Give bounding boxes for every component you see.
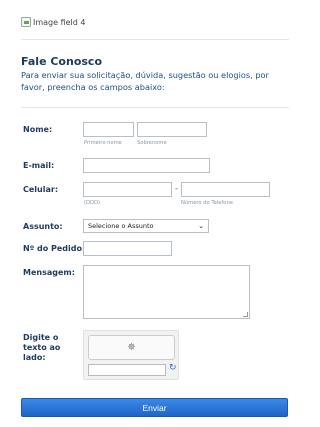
header-image-alt: Image field 4 (33, 17, 86, 27)
email-input[interactable] (83, 158, 210, 173)
assunto-label: Assunto: (23, 222, 63, 231)
page-title: Fale Conosco (21, 55, 102, 68)
captcha-input[interactable] (88, 364, 166, 376)
phone-number-input[interactable] (181, 182, 270, 197)
phone-separator: - (175, 184, 178, 193)
divider-top (21, 39, 289, 40)
divider-intro (21, 107, 289, 108)
loading-spinner-icon: ✵ (127, 342, 136, 353)
header-image: Image field 4 (21, 17, 86, 27)
last-name-hint: Sobrenome (137, 140, 167, 146)
refresh-icon[interactable]: ↻ (169, 363, 177, 373)
assunto-selected-value: Selecione o Assunto (88, 222, 154, 230)
order-number-input[interactable] (83, 241, 172, 256)
pedido-label: Nº do Pedido: (23, 244, 86, 253)
ddd-input[interactable] (83, 182, 172, 197)
submit-button[interactable]: Enviar (21, 398, 288, 417)
captcha-image: ✵ (88, 335, 175, 360)
phone-number-hint: Número do Telefone (181, 200, 233, 206)
last-name-input[interactable] (137, 122, 207, 137)
first-name-input[interactable] (83, 122, 134, 137)
nome-label: Nome: (23, 125, 53, 134)
resize-handle-icon[interactable] (243, 312, 248, 317)
first-name-hint: Primeiro nome (84, 140, 122, 146)
broken-image-icon (21, 17, 31, 27)
ddd-hint: (DDD) (84, 200, 101, 206)
assunto-select[interactable]: Selecione o Assunto ⌄ (83, 219, 209, 233)
intro-text: Para enviar sua solicitação, dúvida, sug… (21, 70, 269, 92)
message-textarea[interactable] (83, 265, 250, 319)
mensagem-label: Mensagem: (23, 268, 75, 277)
celular-label: Celular: (23, 185, 59, 194)
email-label: E-mail: (23, 161, 55, 170)
captcha-widget: ✵ ↻ (83, 330, 179, 380)
captcha-label: Digite o texto ao lado: (23, 333, 61, 362)
chevron-down-icon: ⌄ (198, 222, 204, 230)
